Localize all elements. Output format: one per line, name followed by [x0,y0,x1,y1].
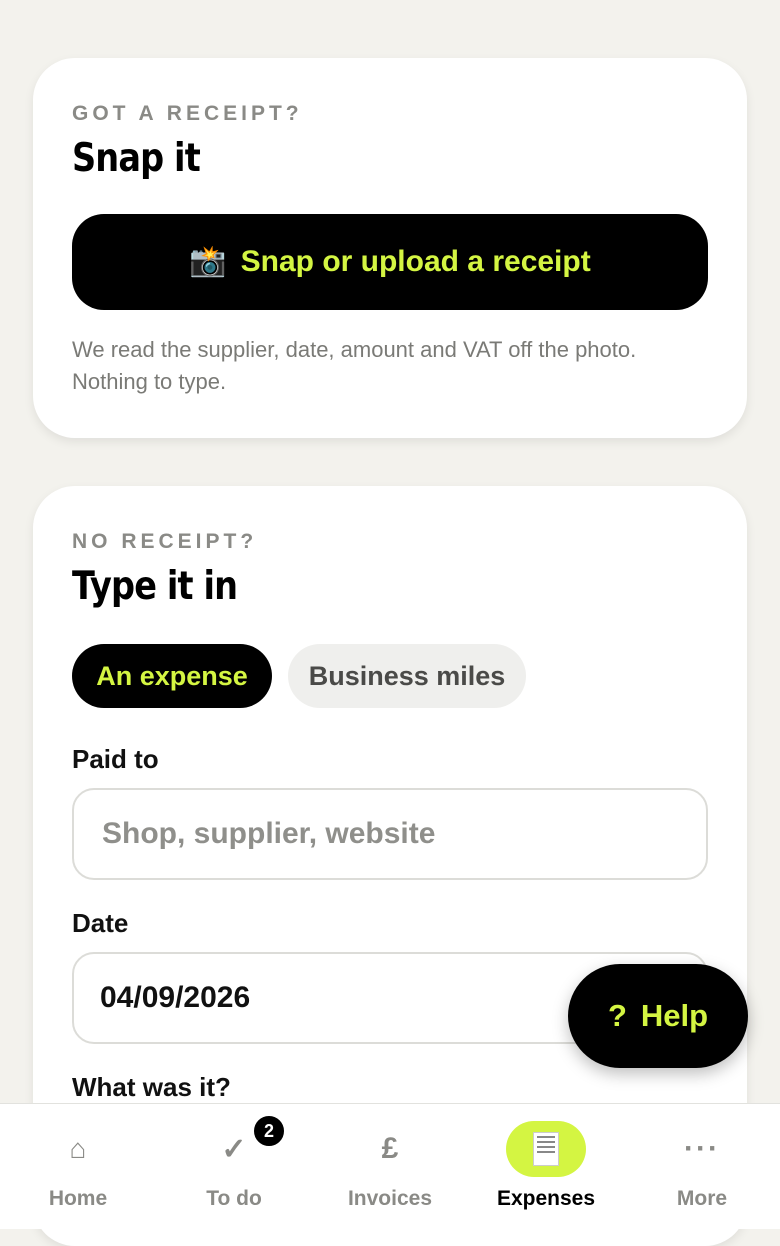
nav-label-home: Home [48,1187,108,1210]
toggle-business-miles[interactable]: Business miles [288,644,526,708]
paid-to-label: Paid to [72,744,159,774]
pound-icon: £ [381,1132,399,1165]
nav-item-invoices[interactable]: £ Invoices [312,1104,468,1229]
what-was-it-label: What was it? [72,1072,231,1102]
nav-label-invoices: Invoices [347,1187,433,1210]
nav-label-todo: To do [206,1187,262,1210]
camera-flash-icon: 📸 [189,245,227,278]
receipt-eyebrow: GOT A RECEIPT? [72,102,303,125]
toggle-expense[interactable]: An expense [72,644,272,708]
more-icon: ··· [684,1132,720,1165]
receipt-title: Snap it [72,136,201,181]
nav-label-more: More [676,1187,728,1210]
nav-label-expenses: Expenses [496,1187,596,1210]
nav-item-more[interactable]: ··· More [624,1104,780,1229]
receipt-icon-wrap [506,1121,586,1177]
todo-count-badge: 2 [252,1114,286,1148]
receipt-icon [533,1132,559,1166]
receipt-card: GOT A RECEIPT? Snap it 📸 Snap or upload … [33,58,747,438]
nav-item-expenses[interactable]: Expenses [468,1104,624,1229]
date-label: Date [72,908,129,938]
date-value: 04/09/2026 [100,981,251,1014]
paid-to-input[interactable] [100,816,706,852]
snap-upload-receipt-button[interactable]: 📸 Snap or upload a receipt [72,214,708,310]
nav-item-todo[interactable]: ✓ 2 To do [156,1104,312,1229]
bottom-nav: ⌂ Home ✓ 2 To do £ Invoices Expenses ···… [0,1103,780,1229]
home-icon: ⌂ [69,1133,87,1164]
manual-eyebrow: NO RECEIPT? [72,530,258,553]
nav-item-home[interactable]: ⌂ Home [0,1104,156,1229]
help-button[interactable]: ? Help [568,964,748,1068]
receipt-hint: We read the supplier, date, amount and V… [72,337,637,394]
snap-button-label: Snap or upload a receipt [240,245,591,278]
paid-to-field[interactable] [72,788,708,880]
question-icon: ? [607,998,627,1033]
manual-title: Type it in [72,564,238,609]
help-label: Help [640,998,709,1033]
